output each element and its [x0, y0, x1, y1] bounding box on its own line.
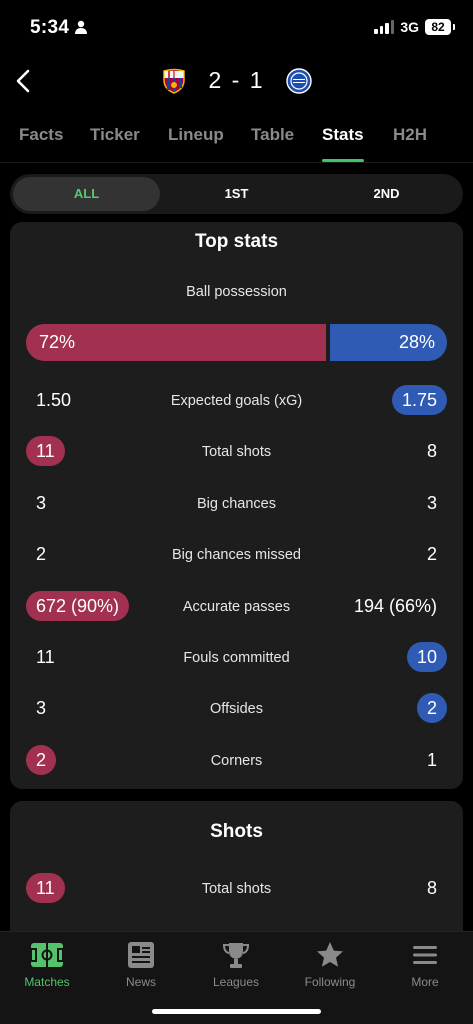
offsides-label: Offsides — [210, 701, 263, 717]
match-tabs: Facts Ticker Lineup Table Stats H2H — [0, 122, 473, 162]
nav-news[interactable]: News — [94, 938, 188, 989]
menu-icon — [413, 946, 437, 964]
signal-icon — [374, 20, 395, 34]
nav-label: Matches — [24, 975, 70, 989]
period-switcher: ALL 1ST 2ND — [10, 174, 463, 214]
nav-leagues[interactable]: Leagues — [189, 938, 283, 989]
news-icon — [128, 942, 154, 968]
person-icon — [75, 20, 87, 34]
divider — [0, 162, 473, 163]
total-shots-label: Total shots — [201, 444, 272, 460]
corners-away-value: 1 — [426, 750, 437, 770]
shots-card: Shots 11 Total shots 8 — [10, 801, 463, 931]
tab-stats[interactable]: Stats — [322, 125, 364, 145]
match-score: 2 - 1 — [208, 67, 265, 93]
possession-away-bar: 28% — [330, 324, 447, 361]
period-first-half-button[interactable]: 1ST — [163, 177, 310, 211]
trophy-icon — [222, 943, 250, 968]
status-indicators: 3G 82 — [374, 19, 455, 35]
xg-away-value: 1.75 — [391, 385, 447, 415]
home-team-crest[interactable] — [161, 68, 187, 94]
nav-label: Following — [304, 975, 356, 989]
big-chances-away-value: 3 — [426, 493, 437, 513]
possession-label: Ball possession — [186, 284, 287, 300]
nav-label: News — [125, 975, 156, 989]
period-all-button[interactable]: ALL — [13, 177, 160, 211]
card-title: Shots — [210, 821, 263, 842]
back-button[interactable] — [12, 66, 34, 96]
status-bar: 5:34 3G 82 — [0, 0, 473, 58]
tab-lineup[interactable]: Lineup — [168, 125, 224, 145]
nav-more[interactable]: More — [378, 938, 472, 989]
nav-following[interactable]: Following — [283, 938, 377, 989]
match-header: 2 - 1 — [0, 58, 473, 104]
big-chances-missed-away-value: 2 — [426, 544, 437, 564]
possession-home-bar: 72% — [26, 324, 326, 361]
tab-table[interactable]: Table — [251, 125, 294, 145]
accurate-passes-away-value: 194 (66%) — [353, 596, 437, 616]
shots-total-label: Total shots — [201, 881, 272, 897]
chevron-left-icon — [16, 69, 30, 93]
tab-ticker[interactable]: Ticker — [90, 125, 140, 145]
tab-h2h[interactable]: H2H — [393, 125, 427, 145]
card-title: Top stats — [194, 231, 279, 252]
shots-total-away-value: 8 — [426, 878, 437, 898]
big-chances-label: Big chances — [197, 496, 276, 512]
network-type: 3G — [400, 19, 419, 35]
offsides-away-value: 2 — [416, 693, 447, 723]
nav-matches[interactable]: Matches — [0, 938, 94, 989]
fouls-label: Fouls committed — [183, 650, 290, 666]
nav-label: More — [411, 975, 439, 989]
fouls-away-value: 10 — [406, 642, 447, 672]
corners-label: Corners — [210, 753, 263, 769]
home-indicator — [152, 1009, 321, 1014]
possession-home-value: 72% — [39, 332, 76, 352]
pitch-icon — [30, 943, 64, 967]
star-icon — [317, 942, 343, 967]
period-second-half-button[interactable]: 2ND — [313, 177, 460, 211]
away-team-crest[interactable] — [286, 68, 312, 94]
battery-icon: 82 — [425, 19, 455, 35]
big-chances-missed-label: Big chances missed — [172, 547, 301, 563]
status-time: 5:34 — [30, 17, 70, 38]
total-shots-away-value: 8 — [426, 441, 437, 461]
nav-label: Leagues — [212, 975, 260, 989]
tab-facts[interactable]: Facts — [19, 125, 63, 145]
top-stats-card: Top stats Ball possession 72% 28% 1.50 E… — [10, 222, 463, 789]
possession-away-value: 28% — [398, 332, 435, 352]
